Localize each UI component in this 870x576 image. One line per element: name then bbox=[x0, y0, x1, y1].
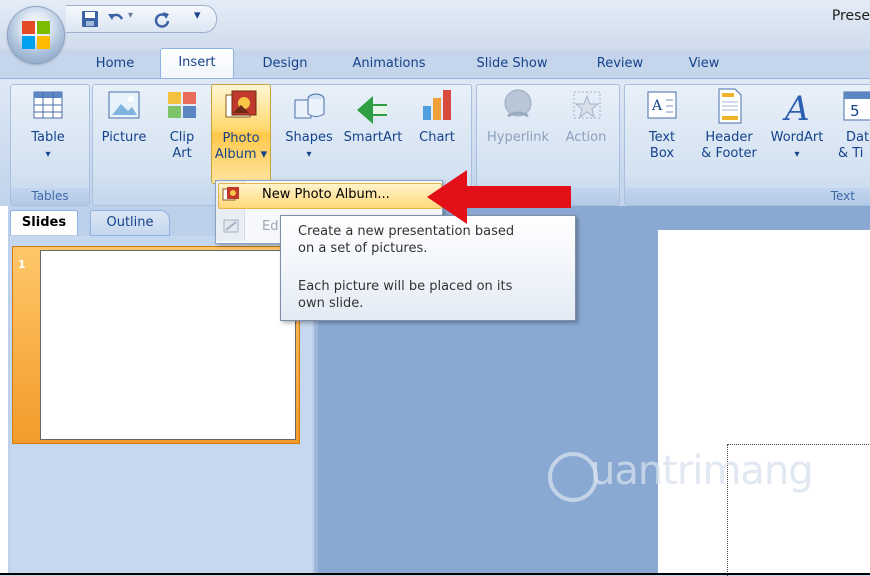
photo-album-label-1: Photo bbox=[222, 131, 260, 146]
header-footer-label-1: Header bbox=[705, 130, 753, 145]
red-arrow-icon bbox=[427, 170, 571, 224]
text-box-icon: A bbox=[647, 91, 677, 119]
text-box-button[interactable]: A Text Box bbox=[636, 86, 688, 162]
office-button[interactable] bbox=[8, 7, 64, 63]
tooltip-line-3: Each picture will be placed on its bbox=[298, 279, 513, 294]
shapes-dropdown-icon: ▾ bbox=[306, 149, 312, 160]
save-icon[interactable] bbox=[80, 9, 100, 29]
clip-art-button[interactable]: Clip Art bbox=[158, 86, 206, 162]
chart-label: Chart bbox=[419, 130, 455, 145]
shapes-label: Shapes bbox=[285, 130, 333, 145]
undo-dropdown-icon[interactable]: ▾ bbox=[128, 10, 133, 21]
text-box-label-2: Box bbox=[649, 146, 675, 161]
picture-button[interactable]: Picture bbox=[96, 86, 152, 146]
date-time-label-2: & Ti bbox=[838, 146, 864, 161]
watermark-text: uantrimang bbox=[590, 448, 814, 494]
picture-icon bbox=[108, 91, 140, 119]
undo-icon[interactable] bbox=[106, 9, 126, 29]
tab-design[interactable]: Design bbox=[252, 50, 318, 77]
svg-text:5: 5 bbox=[850, 102, 860, 120]
chart-button[interactable]: Chart bbox=[412, 86, 462, 146]
shapes-icon bbox=[294, 93, 325, 119]
tab-slide-show[interactable]: Slide Show bbox=[462, 50, 562, 77]
clip-art-label-1: Clip bbox=[169, 130, 195, 145]
action-label: Action bbox=[565, 130, 607, 145]
tab-view[interactable]: View bbox=[676, 50, 732, 77]
table-label: Table bbox=[31, 130, 65, 145]
tab-home[interactable]: Home bbox=[90, 50, 140, 77]
smartart-icon bbox=[357, 96, 387, 124]
header-footer-label-2: & Footer bbox=[701, 146, 757, 161]
office-logo-icon bbox=[22, 21, 50, 49]
header-footer-button[interactable]: Header & Footer bbox=[694, 86, 764, 162]
picture-label: Picture bbox=[101, 130, 147, 145]
chart-icon bbox=[423, 90, 451, 120]
hyperlink-icon bbox=[504, 89, 532, 118]
new-photo-album-label: New Photo Album... bbox=[262, 187, 390, 202]
new-photo-album-icon bbox=[222, 187, 239, 201]
clip-art-icon bbox=[168, 92, 196, 118]
tab-review[interactable]: Review bbox=[584, 50, 656, 77]
redo-icon[interactable] bbox=[152, 9, 172, 29]
quick-access-toolbar: ▾ ▾ bbox=[66, 5, 217, 33]
tab-animations[interactable]: Animations bbox=[340, 50, 438, 77]
photo-album-icon bbox=[225, 90, 257, 118]
date-time-button[interactable]: 5 Dat & Ti bbox=[834, 86, 870, 162]
tab-insert[interactable]: Insert bbox=[160, 48, 234, 79]
group-label-text: Text bbox=[625, 188, 870, 205]
table-dropdown-icon: ▾ bbox=[45, 149, 51, 160]
tooltip-line-2: on a set of pictures. bbox=[298, 241, 428, 256]
window-left-edge bbox=[0, 206, 8, 575]
text-box-label-1: Text bbox=[648, 130, 676, 145]
slide-number: 1 bbox=[18, 258, 26, 271]
header-footer-icon bbox=[718, 88, 742, 124]
action-icon bbox=[573, 91, 601, 119]
wordart-button[interactable]: A WordArt ▾ bbox=[766, 86, 828, 163]
table-button[interactable]: Table ▾ bbox=[18, 86, 78, 163]
hyperlink-button[interactable]: Hyperlink bbox=[482, 86, 554, 146]
smartart-button[interactable]: SmartArt bbox=[340, 86, 406, 146]
tab-outline[interactable]: Outline bbox=[90, 210, 170, 236]
edit-photo-album-label[interactable]: Ed bbox=[262, 219, 278, 234]
photo-album-label-2: Album ▾ bbox=[214, 147, 268, 162]
tooltip-line-4: own slide. bbox=[298, 296, 364, 311]
action-button[interactable]: Action bbox=[560, 86, 612, 146]
customize-qat-icon[interactable]: ▾ bbox=[194, 8, 201, 23]
edit-photo-album-icon bbox=[223, 219, 239, 233]
smartart-label: SmartArt bbox=[343, 130, 403, 145]
shapes-button[interactable]: Shapes ▾ bbox=[281, 86, 337, 163]
date-time-icon: 5 bbox=[843, 91, 870, 121]
wordart-label: WordArt bbox=[770, 130, 824, 145]
group-label-tables: Tables bbox=[11, 188, 89, 205]
date-time-label-1: Dat bbox=[846, 130, 870, 145]
svg-text:A: A bbox=[651, 98, 663, 114]
slide-thumbnail[interactable] bbox=[40, 250, 296, 440]
table-icon bbox=[33, 91, 63, 119]
photo-album-button[interactable]: Photo Album ▾ bbox=[211, 84, 271, 184]
tab-slides[interactable]: Slides bbox=[10, 210, 78, 235]
svg-text:A: A bbox=[782, 89, 810, 126]
wordart-icon: A bbox=[782, 89, 810, 126]
clip-art-label-2: Art bbox=[172, 146, 192, 161]
window-title: Prese bbox=[831, 8, 870, 24]
wordart-dropdown-icon: ▾ bbox=[794, 149, 800, 160]
hyperlink-label: Hyperlink bbox=[486, 130, 550, 145]
